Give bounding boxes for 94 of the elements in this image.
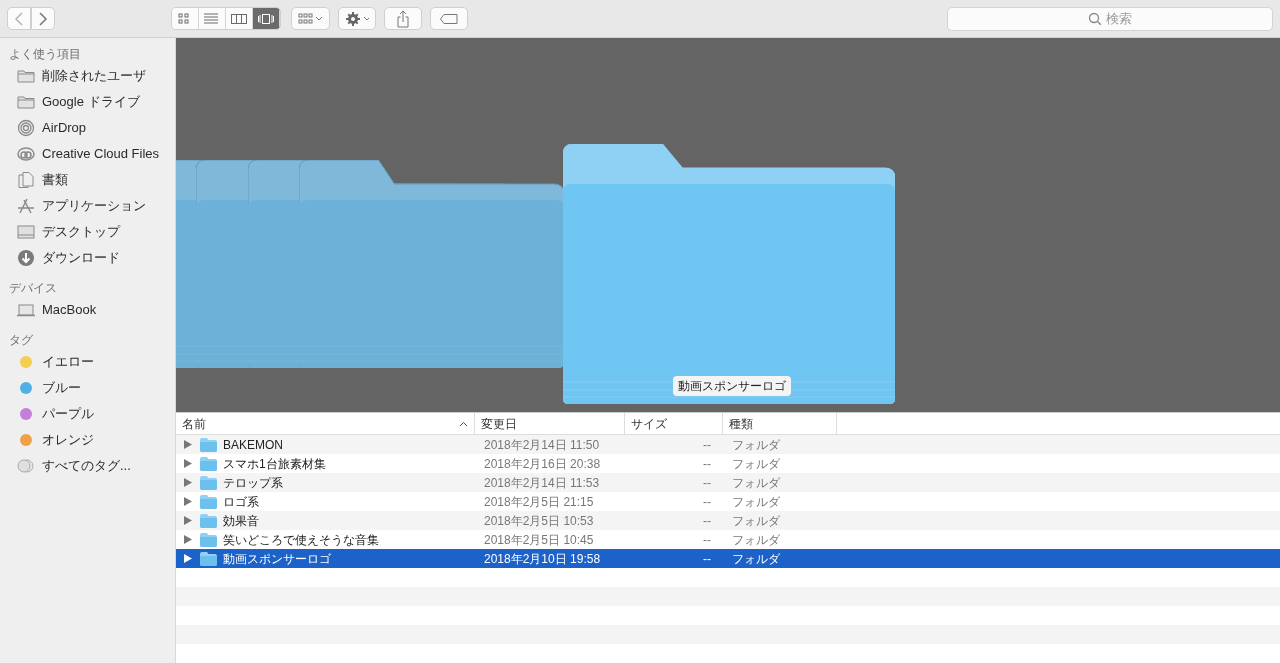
modified-date: 2018年2月14日 11:53: [483, 474, 601, 492]
modified-date: 2018年2月5日 21:15: [483, 493, 595, 511]
sidebar-item[interactable]: ダウンロード: [0, 245, 175, 271]
folder-icon: [299, 160, 564, 368]
section-heading: タグ: [8, 332, 34, 349]
folder-icon: [200, 475, 217, 490]
tag-icon: [439, 12, 459, 25]
folder-icon: [200, 532, 217, 547]
file-size: --: [702, 550, 712, 568]
app-store-icon: [17, 197, 35, 215]
file-name: スマホ1台旅素材集: [223, 455, 326, 473]
folder-icon: [17, 67, 35, 85]
file-size: --: [702, 531, 712, 549]
view-mode-control[interactable]: [171, 7, 281, 30]
settings-button[interactable]: [338, 7, 376, 30]
chevron-right-icon: [38, 11, 48, 26]
file-kind: フォルダ: [731, 550, 781, 568]
folder-icon: [200, 551, 217, 566]
modified-date: 2018年2月5日 10:53: [483, 512, 595, 530]
file-row[interactable]: ロゴ系 2018年2月5日 21:15 -- フォルダ: [176, 492, 1280, 511]
file-kind: フォルダ: [731, 512, 781, 530]
sidebar-item[interactable]: AirDrop: [0, 115, 175, 141]
file-size: --: [702, 512, 712, 530]
download-icon: [17, 249, 35, 267]
columns-view-button[interactable]: [226, 8, 253, 29]
forward-button[interactable]: [31, 7, 55, 30]
column-header[interactable]: サイズ: [625, 413, 723, 434]
settings-icon: [345, 10, 369, 27]
file-kind: フォルダ: [731, 436, 781, 454]
sidebar-item[interactable]: アプリケーション: [0, 193, 175, 219]
arrange-button[interactable]: [291, 7, 330, 30]
icons-view-button[interactable]: [172, 8, 199, 29]
columns-view-icon: [231, 11, 247, 26]
share-icon: [396, 9, 410, 28]
section-heading: デバイス: [8, 280, 58, 297]
file-name: ロゴ系: [223, 493, 259, 511]
section-heading: よく使う項目: [8, 46, 82, 63]
file-size: --: [702, 474, 712, 492]
sidebar-item[interactable]: オレンジ: [0, 427, 175, 453]
sidebar-item[interactable]: Creative Cloud Files: [0, 141, 175, 167]
modified-date: 2018年2月5日 10:45: [483, 531, 595, 549]
coverflow-view-icon: [258, 11, 274, 26]
file-name: BAKEMON: [223, 436, 283, 454]
file-size: --: [702, 455, 712, 473]
column-header[interactable]: 名前: [176, 413, 475, 434]
folder-icon: [200, 513, 217, 528]
airdrop-icon: [17, 119, 35, 137]
cloud-icon: [17, 145, 35, 163]
list-view-icon: [204, 11, 220, 26]
arrange-icon: [298, 12, 323, 25]
folder-icon: [200, 456, 217, 471]
sidebar-item[interactable]: イエロー: [0, 349, 175, 375]
tag-button[interactable]: [430, 7, 468, 30]
file-kind: フォルダ: [731, 474, 781, 492]
sidebar-item[interactable]: 書類: [0, 167, 175, 193]
folder-caption: 動画スポンサーロゴ: [673, 376, 791, 396]
coverflow-view-button[interactable]: [253, 8, 280, 29]
file-size: --: [702, 493, 712, 511]
sidebar-item[interactable]: MacBook: [0, 297, 175, 323]
file-row[interactable]: 動画スポンサーロゴ 2018年2月10日 19:58 -- フォルダ: [176, 549, 1280, 568]
folder-icon: [200, 494, 217, 509]
sidebar-item[interactable]: デスクトップ: [0, 219, 175, 245]
folder-icon: [17, 93, 35, 111]
file-row[interactable]: 笑いどころで使えそうな音集 2018年2月5日 10:45 -- フォルダ: [176, 530, 1280, 549]
file-kind: フォルダ: [731, 493, 781, 511]
file-row[interactable]: スマホ1台旅素材集 2018年2月16日 20:38 -- フォルダ: [176, 454, 1280, 473]
desktop-icon: [17, 223, 35, 241]
file-name: 動画スポンサーロゴ: [223, 550, 331, 568]
modified-date: 2018年2月16日 20:38: [483, 455, 602, 473]
modified-date: 2018年2月10日 19:58: [483, 550, 602, 568]
file-name: 効果音: [223, 512, 259, 530]
sidebar-item[interactable]: Google ドライブ: [0, 89, 175, 115]
file-row[interactable]: テロップ系 2018年2月14日 11:53 -- フォルダ: [176, 473, 1280, 492]
file-row[interactable]: 効果音 2018年2月5日 10:53 -- フォルダ: [176, 511, 1280, 530]
document-icon: [17, 171, 35, 189]
sidebar-item[interactable]: すべてのタグ...: [0, 453, 175, 479]
sidebar-item[interactable]: 削除されたユーザ: [0, 63, 175, 89]
file-size: --: [702, 436, 712, 454]
file-kind: フォルダ: [731, 531, 781, 549]
column-header[interactable]: 種類: [723, 413, 837, 434]
folder-icon: [563, 144, 895, 404]
tags-icon: [17, 457, 35, 475]
folder-icon: [200, 437, 217, 452]
file-name: 笑いどころで使えそうな音集: [223, 531, 379, 549]
file-name: テロップ系: [223, 474, 283, 492]
column-header[interactable]: 変更日: [475, 413, 625, 434]
chevron-left-icon: [14, 11, 24, 26]
laptop-icon: [17, 301, 35, 319]
sidebar-item[interactable]: ブルー: [0, 375, 175, 401]
file-kind: フォルダ: [731, 455, 781, 473]
sidebar-item[interactable]: パープル: [0, 401, 175, 427]
modified-date: 2018年2月14日 11:50: [483, 436, 601, 454]
file-row[interactable]: BAKEMON 2018年2月14日 11:50 -- フォルダ: [176, 435, 1280, 454]
search-icon: [1088, 11, 1103, 26]
